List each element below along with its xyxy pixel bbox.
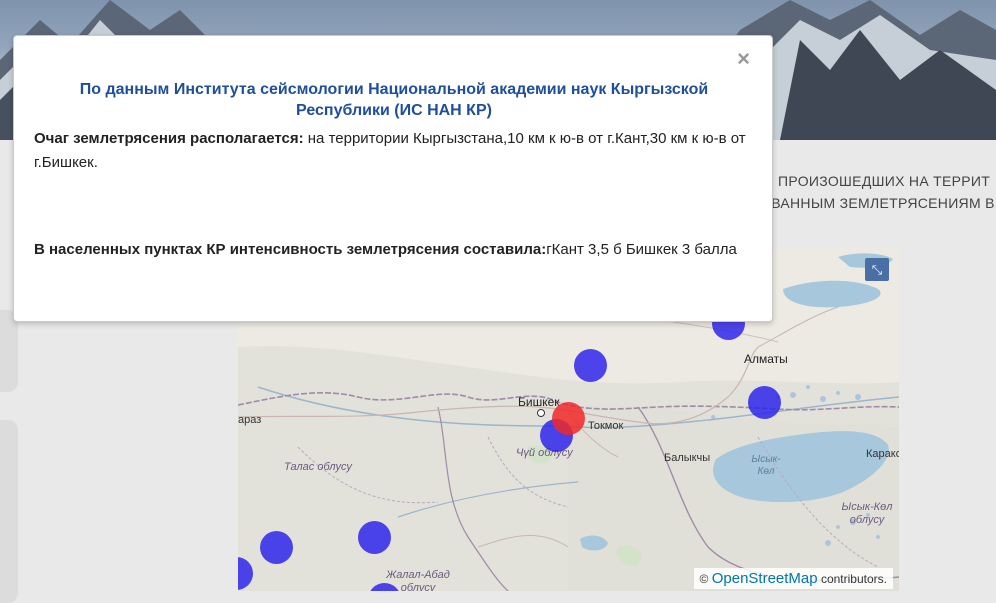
intensity-value: гКант 3,5 б Бишкек 3 балла: [546, 241, 737, 258]
earthquake-info-modal: × По данным Института сейсмологии Национ…: [13, 35, 773, 322]
attribution-suffix: contributors.: [817, 572, 887, 586]
map-label-karakol: Каракол: [866, 448, 899, 460]
section-heading-line-2: ОВАННЫМ ЗЕМЛЕТРЯСЕНИЯМ В: [760, 195, 995, 211]
map-label-issyk-kul-region: Ысык-Көл облусу: [841, 501, 893, 526]
side-card-left-1: [0, 310, 18, 392]
intensity-label: В населенных пунктах КР интенсивность зе…: [34, 241, 547, 258]
earthquake-marker-historic[interactable]: [574, 349, 607, 382]
map-label-bishkek-dot: [537, 409, 545, 417]
earthquake-marker-historic[interactable]: [260, 531, 293, 564]
epicenter-location-text: Очаг землетрясения располагается: на тер…: [34, 127, 754, 175]
modal-title: По данным Института сейсмологии Национал…: [79, 81, 709, 119]
earthquake-marker-historic[interactable]: [748, 386, 781, 419]
map-attribution: © OpenStreetMap contributors.: [693, 568, 893, 589]
expand-icon: ⤡: [871, 261, 883, 277]
earthquake-marker-current[interactable]: [552, 402, 585, 435]
map-label-issyk-kul-lake: Ысык-Көл: [751, 454, 781, 477]
close-button[interactable]: ×: [737, 48, 750, 70]
map-label-talas-region: Талас облусу: [284, 461, 352, 473]
intensity-text: В населенных пунктах КР интенсивность зе…: [34, 238, 754, 262]
attribution-copyright: ©: [699, 572, 709, 586]
openstreetmap-link[interactable]: OpenStreetMap: [712, 570, 818, 587]
earthquake-marker-historic[interactable]: [358, 521, 391, 554]
section-heading-line-1: Х, ПРОИЗОШЕДШИХ НА ТЕРРИТ: [760, 173, 991, 189]
side-card-left-2: [0, 420, 18, 603]
map-label-balykchy: Балыкчы: [664, 452, 711, 464]
close-icon: ×: [737, 46, 750, 71]
map-label-taraz: араз: [238, 414, 262, 426]
map-label-tokmok: Токмок: [588, 420, 624, 432]
map-label-almaty: Алматы: [744, 352, 788, 366]
map-fullscreen-button[interactable]: ⤡: [865, 258, 889, 281]
epicenter-location-label: Очаг землетрясения располагается:: [34, 130, 304, 147]
map-label-bishkek: Бишкек: [518, 395, 560, 409]
